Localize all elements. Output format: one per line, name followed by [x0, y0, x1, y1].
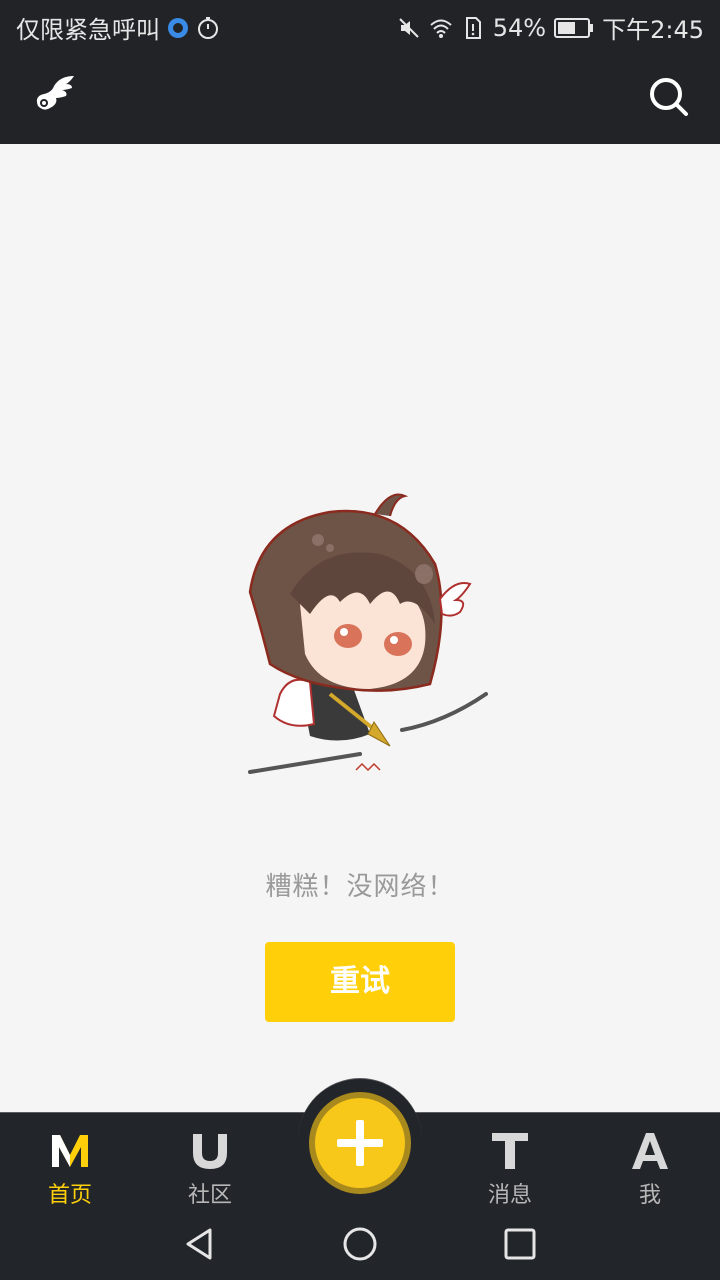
nav-item-messages[interactable]: 消息 [440, 1113, 580, 1209]
back-icon[interactable] [182, 1226, 218, 1262]
retry-button[interactable]: 重试 [265, 942, 455, 1022]
carrier-text: 仅限紧急呼叫 [16, 16, 160, 44]
battery-percent: 54% [492, 13, 547, 42]
status-bar: 仅限紧急呼叫 54% 下午2:45 [0, 0, 720, 50]
nav-label-me: 我 [638, 1183, 661, 1208]
wifi-icon [430, 19, 452, 38]
wing-logo-icon[interactable] [30, 72, 78, 120]
a-logo-icon [632, 1133, 668, 1169]
search-icon[interactable] [646, 74, 690, 118]
nav-item-me[interactable]: 我 [580, 1113, 720, 1209]
clock: 下午2:45 [602, 16, 704, 44]
battery-icon [554, 17, 594, 38]
mascot-illustration [248, 493, 488, 774]
error-message: 糟糕！没网络！ [265, 872, 455, 902]
recents-icon[interactable] [502, 1226, 538, 1262]
nav-label-community: 社区 [187, 1183, 232, 1208]
system-nav-bar [0, 1208, 720, 1280]
u-logo-icon [193, 1134, 227, 1169]
nav-item-home[interactable]: 首页 [0, 1113, 140, 1209]
plus-icon [337, 1120, 383, 1166]
nav-label-messages: 消息 [487, 1183, 532, 1208]
m-logo-icon [52, 1135, 88, 1167]
timer-icon [198, 16, 218, 39]
app-header [0, 50, 720, 144]
add-post-button[interactable] [309, 1092, 411, 1194]
t-logo-icon [492, 1133, 528, 1169]
main-content: 糟糕！没网络！ 重试 [0, 144, 720, 1112]
nav-label-home: 首页 [47, 1183, 92, 1208]
data-saver-icon [168, 17, 188, 38]
home-icon[interactable] [342, 1226, 378, 1262]
nav-item-community[interactable]: 社区 [140, 1113, 280, 1209]
sim-alert-icon [465, 16, 481, 39]
mute-icon [399, 17, 419, 38]
